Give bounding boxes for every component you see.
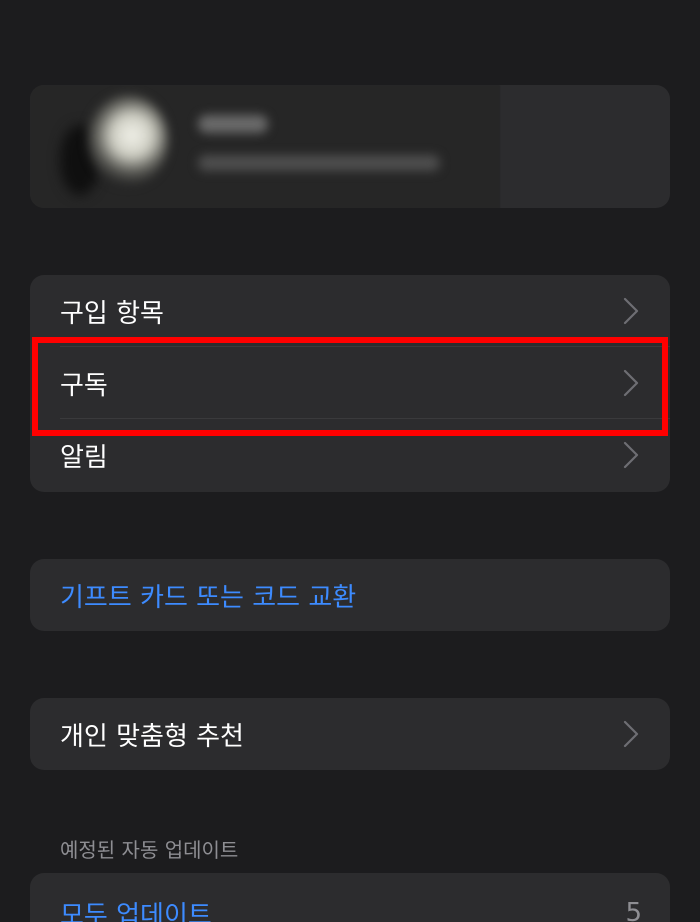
profile-blur-area	[30, 85, 500, 208]
notifications-row[interactable]: 알림	[30, 419, 670, 491]
update-count: 5	[625, 898, 642, 922]
subscriptions-label: 구독	[60, 370, 108, 401]
purchased-label: 구입 항목	[60, 298, 164, 329]
personalized-recommendations-label: 개인 맞춤형 추천	[60, 721, 244, 752]
updates-group: 모두 업데이트 5	[30, 873, 670, 922]
app-store-account-screen: 구입 항목 구독 알림 기프트 카드 또는 코드 교환 개인 맞춤형 추천 예정…	[0, 0, 700, 922]
personalized-recommendations-row[interactable]: 개인 맞춤형 추천	[30, 698, 670, 770]
chevron-right-icon	[620, 367, 642, 399]
chevron-right-icon	[620, 439, 642, 471]
chevron-right-icon	[620, 718, 642, 750]
profile-name-redacted	[198, 115, 268, 133]
account-profile-card[interactable]	[30, 85, 670, 208]
purchased-row[interactable]: 구입 항목	[30, 275, 670, 347]
notifications-label: 알림	[60, 442, 108, 473]
recommendations-group: 개인 맞춤형 추천	[30, 698, 670, 770]
upcoming-updates-header: 예정된 자동 업데이트	[60, 838, 239, 862]
redeem-gift-card-group: 기프트 카드 또는 코드 교환	[30, 559, 670, 631]
avatar	[88, 95, 168, 185]
redeem-gift-card-row[interactable]: 기프트 카드 또는 코드 교환	[30, 559, 670, 631]
account-menu-group: 구입 항목 구독 알림	[30, 275, 670, 492]
update-all-row[interactable]: 모두 업데이트 5	[30, 873, 670, 922]
profile-email-redacted	[198, 155, 440, 171]
subscriptions-row[interactable]: 구독	[30, 347, 670, 419]
update-all-link[interactable]: 모두 업데이트	[60, 895, 625, 922]
redeem-gift-card-link[interactable]: 기프트 카드 또는 코드 교환	[60, 577, 642, 614]
chevron-right-icon	[620, 295, 642, 327]
